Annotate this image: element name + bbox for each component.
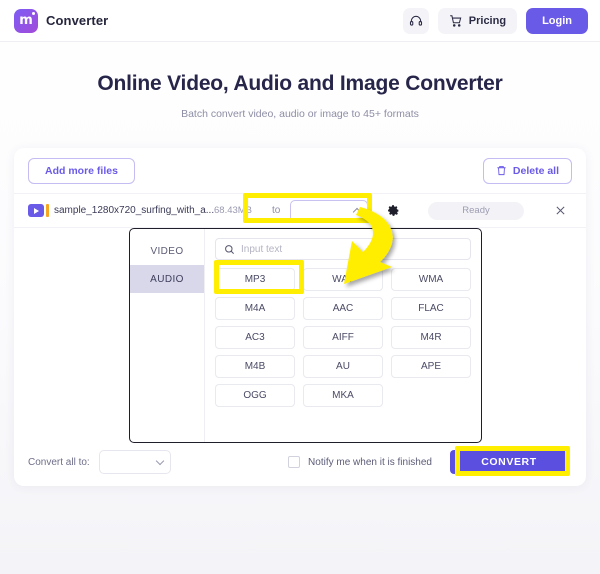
- file-name: sample_1280x720_surfing_with_a...: [54, 205, 215, 216]
- file-icon-strip: [46, 204, 49, 217]
- app-header: m Converter Pricing Login: [0, 0, 600, 42]
- notify-checkbox[interactable]: [288, 456, 301, 468]
- format-dropdown-trigger[interactable]: [290, 199, 369, 222]
- format-option-aac[interactable]: AAC: [303, 297, 383, 320]
- file-settings-button[interactable]: [387, 204, 400, 217]
- add-more-files-label: Add more files: [45, 164, 118, 177]
- to-label: to: [272, 205, 281, 216]
- video-file-icon: [28, 204, 49, 217]
- tab-audio-label: AUDIO: [150, 273, 184, 285]
- format-search-field[interactable]: Input text: [215, 238, 471, 260]
- brand[interactable]: m Converter: [14, 8, 109, 33]
- card-bottom-bar: Convert all to: Notify me when it is fin…: [14, 438, 586, 486]
- tab-video-label: VIDEO: [150, 245, 184, 257]
- format-option-m4b[interactable]: M4B: [215, 355, 295, 378]
- app-logo-icon: m: [14, 8, 38, 33]
- brand-name: Converter: [46, 13, 109, 28]
- login-label: Login: [542, 14, 572, 27]
- delete-all-label: Delete all: [512, 164, 559, 177]
- format-dropdown-body: Input text MP3 WAV WMA M4A AAC FLAC AC3 …: [205, 229, 481, 442]
- format-option-grid: MP3 WAV WMA M4A AAC FLAC AC3 AIFF M4R M4…: [215, 268, 471, 407]
- format-search-placeholder: Input text: [241, 243, 283, 255]
- format-option-m4a[interactable]: M4A: [215, 297, 295, 320]
- format-option-wma[interactable]: WMA: [391, 268, 471, 291]
- logo-letter: m: [19, 13, 33, 28]
- convert-button-label: CONVERT: [481, 456, 537, 468]
- play-glyph-icon: [34, 207, 39, 214]
- headset-icon: [409, 15, 422, 26]
- chevron-up-icon: [353, 207, 362, 217]
- format-option-ape[interactable]: APE: [391, 355, 471, 378]
- logo-dot-icon: [32, 11, 35, 15]
- hero-section: Online Video, Audio and Image Converter …: [0, 72, 600, 120]
- search-icon: [225, 244, 234, 254]
- card-toolbar: Add more files Delete all: [14, 148, 586, 194]
- format-option-mp3[interactable]: MP3: [215, 268, 295, 291]
- add-more-files-button[interactable]: Add more files: [28, 157, 135, 184]
- tab-audio[interactable]: AUDIO: [130, 265, 204, 293]
- pricing-label: Pricing: [468, 14, 507, 27]
- format-option-ogg[interactable]: OGG: [215, 384, 295, 407]
- format-option-mka[interactable]: MKA: [303, 384, 383, 407]
- remove-file-button[interactable]: [552, 205, 568, 216]
- format-option-au[interactable]: AU: [303, 355, 383, 378]
- tab-video[interactable]: VIDEO: [130, 237, 204, 265]
- convert-all-label: Convert all to:: [28, 456, 90, 468]
- notify-checkbox-group[interactable]: Notify me when it is finished: [288, 456, 432, 468]
- format-option-m4r[interactable]: M4R: [391, 326, 471, 349]
- convert-button[interactable]: CONVERT: [450, 450, 568, 474]
- trash-icon: [497, 166, 506, 176]
- login-button[interactable]: Login: [526, 7, 588, 34]
- format-dropdown-panel: VIDEO AUDIO Input text MP3 WAV WMA M4A A…: [129, 228, 482, 443]
- format-grid-spacer: [391, 384, 471, 407]
- header-actions: Pricing Login: [402, 7, 588, 34]
- file-size: 68.43MB: [214, 205, 253, 216]
- delete-all-button[interactable]: Delete all: [482, 157, 572, 184]
- notify-label: Notify me when it is finished: [308, 456, 432, 468]
- converter-page: m Converter Pricing Login Online Video, …: [0, 0, 600, 574]
- page-title: Online Video, Audio and Image Converter: [97, 72, 503, 95]
- support-button[interactable]: [402, 7, 429, 34]
- file-row: sample_1280x720_surfing_with_a... 68.43M…: [14, 194, 586, 228]
- page-subtitle: Batch convert video, audio or image to 4…: [181, 108, 419, 120]
- format-option-wav[interactable]: WAV: [303, 268, 383, 291]
- format-option-aiff[interactable]: AIFF: [303, 326, 383, 349]
- format-option-ac3[interactable]: AC3: [215, 326, 295, 349]
- close-icon: [555, 206, 565, 215]
- format-option-flac[interactable]: FLAC: [391, 297, 471, 320]
- convert-all-dropdown[interactable]: [98, 450, 171, 474]
- gear-icon: [388, 205, 400, 216]
- chevron-down-icon: [155, 456, 164, 465]
- pricing-button[interactable]: Pricing: [437, 7, 518, 34]
- status-badge: Ready: [428, 201, 524, 220]
- cart-icon: [449, 14, 462, 27]
- format-category-tabs: VIDEO AUDIO: [130, 229, 205, 442]
